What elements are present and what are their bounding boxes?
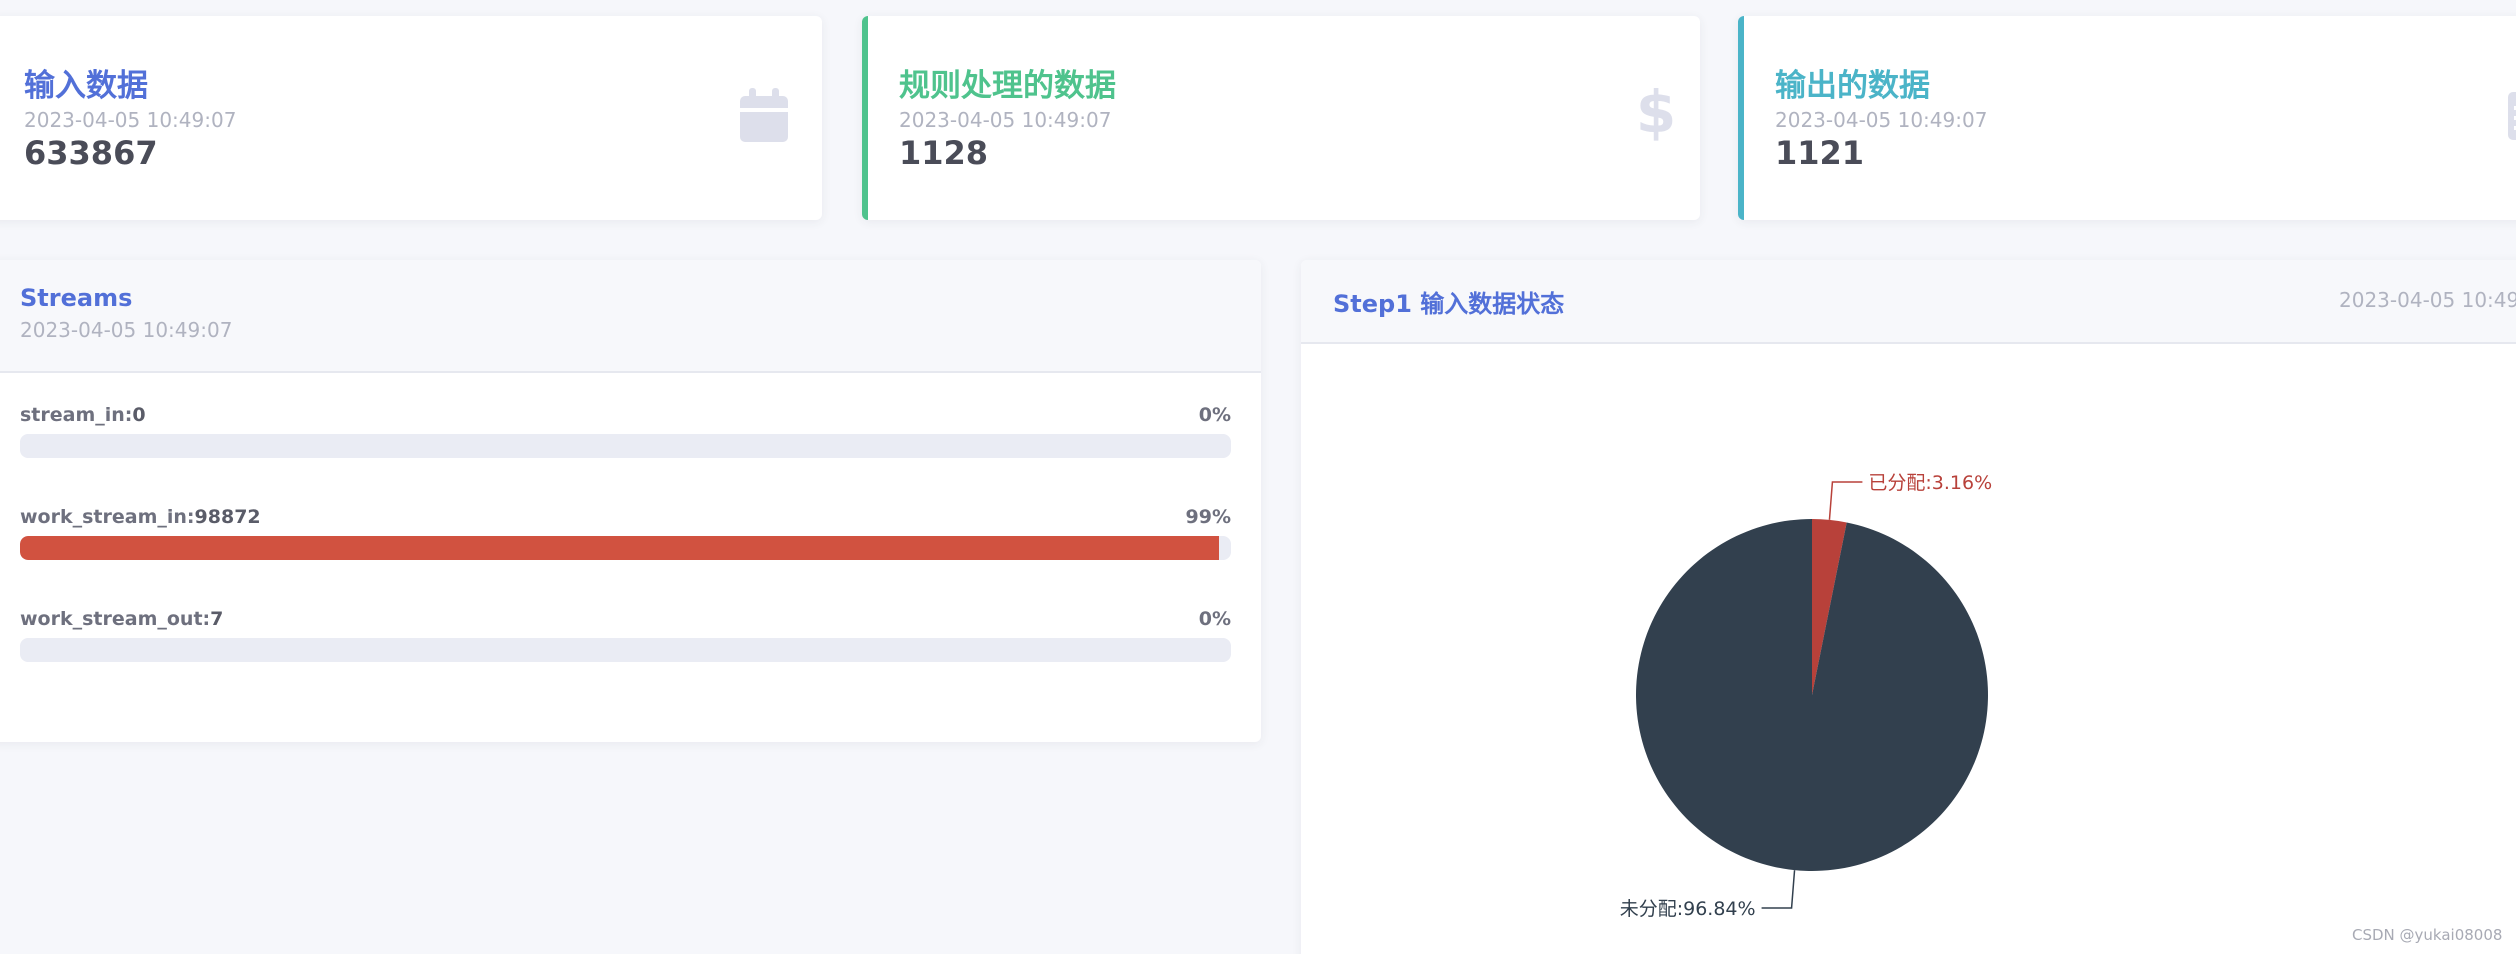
- stream-percent: 99%: [1185, 506, 1231, 528]
- progress-track: [20, 434, 1231, 458]
- streams-title: Streams: [20, 284, 133, 312]
- svg-text:$: $: [1638, 82, 1674, 142]
- stream-label: work_stream_in:98872: [20, 506, 261, 528]
- card-value: 633867: [24, 134, 158, 172]
- pie-label: 已分配:3.16%: [1868, 472, 1992, 494]
- progress-fill: [20, 536, 1219, 560]
- watermark: CSDN @yukai08008: [2352, 926, 2503, 944]
- card-timestamp: 2023-04-05 10:49:07: [24, 108, 237, 132]
- card-title: 规则处理的数据: [899, 68, 1116, 104]
- input-data-card: 输入数据 2023-04-05 10:49:07 633867: [0, 16, 822, 220]
- pie-slice-unallocated[interactable]: [1636, 519, 1988, 872]
- card-value: 1128: [899, 134, 989, 172]
- output-data-card: 输出的数据 2023-04-05 10:49:07 1121: [1738, 16, 2516, 220]
- rule-processed-card: 规则处理的数据 2023-04-05 10:49:07 1128 $: [862, 16, 1700, 220]
- pie-label-line: [1761, 870, 1796, 909]
- streams-panel: Streams 2023-04-05 10:49:07 stream_in:0 …: [0, 260, 1261, 742]
- pie-label-line: [1828, 481, 1863, 520]
- streams-timestamp: 2023-04-05 10:49:07: [20, 318, 233, 342]
- card-value: 1121: [1775, 134, 1865, 172]
- dashboard-page: 输入数据 2023-04-05 10:49:07 633867 规则处理的数据 …: [0, 0, 2516, 954]
- clipboard-icon: [2508, 88, 2516, 146]
- stream-label: work_stream_out:7: [20, 608, 224, 630]
- card-title: 输出的数据: [1775, 68, 1930, 104]
- progress-track: [20, 536, 1231, 560]
- card-title: 输入数据: [24, 68, 148, 104]
- dollar-icon: $: [1636, 78, 1676, 146]
- input-status-panel: Step1 输入数据状态 2023-04-05 10:49:07 已分配:3.1…: [1301, 260, 2516, 954]
- card-timestamp: 2023-04-05 10:49:07: [899, 108, 1112, 132]
- stream-percent: 0%: [1198, 404, 1231, 426]
- stream-percent: 0%: [1198, 608, 1231, 630]
- card-timestamp: 2023-04-05 10:49:07: [1775, 108, 1988, 132]
- progress-track: [20, 638, 1231, 662]
- pie-label: 未分配:96.84%: [1620, 898, 1756, 920]
- streams-header: Streams 2023-04-05 10:49:07: [0, 260, 1261, 373]
- stream-label: stream_in:0: [20, 404, 146, 426]
- pie-chart: 已分配:3.16% 未分配:96.84%: [1620, 472, 1992, 920]
- calendar-icon: [740, 88, 788, 146]
